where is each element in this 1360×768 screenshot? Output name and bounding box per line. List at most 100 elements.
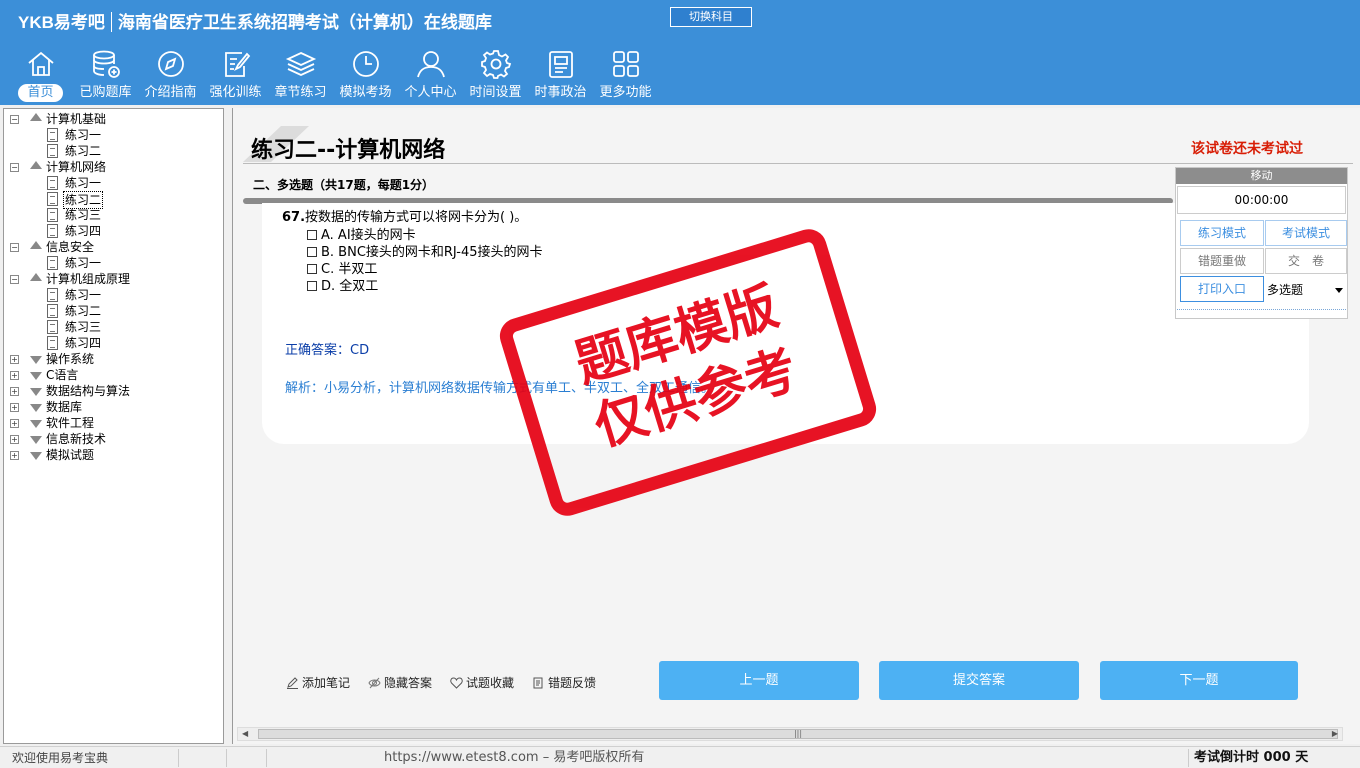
heart-icon: [450, 676, 463, 689]
expand-icon[interactable]: +: [10, 419, 19, 428]
tree-label: C语言: [46, 368, 79, 382]
tree-node-exercise[interactable]: 练习四: [4, 223, 222, 239]
nav-more[interactable]: 更多功能: [593, 48, 658, 104]
panel-scrollbar[interactable]: [1177, 309, 1346, 317]
tree-node-category[interactable]: − 计算机基础: [4, 111, 222, 127]
expand-icon[interactable]: +: [10, 451, 19, 460]
document-icon: [47, 192, 58, 206]
nav-guide[interactable]: 介绍指南: [138, 48, 203, 104]
nav-label: 已购题库: [79, 85, 132, 100]
add-note-button[interactable]: 添加笔记: [286, 674, 350, 691]
practice-mode-button[interactable]: 练习模式: [1180, 220, 1264, 246]
tree-node-category[interactable]: + 数据结构与算法: [4, 383, 222, 399]
hide-answer-button[interactable]: 隐藏答案: [368, 674, 432, 691]
collapse-icon[interactable]: −: [10, 275, 19, 284]
option-checkbox[interactable]: [307, 281, 317, 291]
tree-label: 信息安全: [46, 240, 95, 254]
collapse-icon[interactable]: −: [10, 115, 19, 124]
tree-label: 数据库: [46, 400, 83, 414]
scroll-left-arrow[interactable]: ◀: [242, 729, 248, 738]
option-d[interactable]: D. 全双工: [307, 275, 378, 294]
nav-purchased[interactable]: 已购题库: [73, 48, 138, 104]
tree-node-category[interactable]: − 信息安全: [4, 239, 222, 255]
tree-node-category[interactable]: + 模拟试题: [4, 447, 222, 463]
redo-wrong-button[interactable]: 错题重做: [1180, 248, 1264, 274]
nav-chapters[interactable]: 章节练习: [268, 48, 333, 104]
tree-label: 计算机组成原理: [46, 272, 131, 286]
nav-home[interactable]: 首页: [8, 48, 73, 104]
tree-label: 软件工程: [46, 416, 95, 430]
feedback-button[interactable]: 错题反馈: [532, 674, 596, 691]
folder-icon: [30, 273, 42, 281]
layers-icon: [285, 52, 316, 76]
switch-subject-button[interactable]: 切换科目: [670, 7, 752, 27]
tool-label: 错题反馈: [548, 676, 597, 690]
user-icon: [416, 51, 445, 78]
brand: YKB易考吧 海南省医疗卫生系统招聘考试（计算机）在线题库: [18, 8, 492, 33]
question-type-select[interactable]: 多选题: [1264, 276, 1347, 304]
tree-node-category[interactable]: + 软件工程: [4, 415, 222, 431]
panel-drag-handle[interactable]: 移动: [1176, 168, 1347, 184]
nav-label: 模拟考场: [339, 85, 392, 100]
nav-label: 介绍指南: [144, 85, 197, 100]
nav-current-affairs[interactable]: 时事政治: [528, 48, 593, 104]
tree-node-exercise[interactable]: 练习四: [4, 335, 222, 351]
correct-answer: 正确答案：CD: [285, 343, 370, 358]
expand-icon[interactable]: +: [10, 387, 19, 396]
exam-timer: 00:00:00: [1177, 186, 1346, 214]
nav-user-center[interactable]: 个人中心: [398, 48, 463, 104]
tree-node-category[interactable]: + 数据库: [4, 399, 222, 415]
expand-icon[interactable]: +: [10, 403, 19, 412]
folder-icon: [30, 436, 42, 444]
document-icon: [47, 176, 58, 190]
tree-node-exercise[interactable]: 练习一: [4, 287, 222, 303]
chevron-down-icon: [1335, 288, 1343, 293]
tree-node-exercise[interactable]: 练习三: [4, 319, 222, 335]
question-tools: 添加笔记 隐藏答案 试题收藏 错题反馈: [286, 674, 596, 691]
tree-node-exercise[interactable]: 练习二: [4, 303, 222, 319]
tree-node-exercise[interactable]: 练习二: [4, 143, 222, 159]
option-checkbox[interactable]: [307, 247, 317, 257]
nav-mock-exam[interactable]: 模拟考场: [333, 48, 398, 104]
submit-answer-button[interactable]: 提交答案: [879, 661, 1079, 700]
tree-node-category[interactable]: − 计算机组成原理: [4, 271, 222, 287]
submit-paper-button[interactable]: 交 卷: [1265, 248, 1347, 274]
folder-icon: [30, 452, 42, 460]
brand-divider: [110, 12, 112, 32]
expand-icon[interactable]: +: [10, 371, 19, 380]
nav-time-settings[interactable]: 时间设置: [463, 48, 528, 104]
tree-node-exercise[interactable]: 练习一: [4, 127, 222, 143]
prev-question-button[interactable]: 上一题: [659, 661, 859, 700]
tree-node-category[interactable]: + 操作系统: [4, 351, 222, 367]
collapse-icon[interactable]: −: [10, 243, 19, 252]
next-question-button[interactable]: 下一题: [1100, 661, 1298, 700]
tree-label: 数据结构与算法: [46, 384, 131, 398]
expand-icon[interactable]: +: [10, 355, 19, 364]
chapter-tree: − 计算机基础 练习一 练习二 − 计算机网络 练习一 练习二 练习三 练习四 − 信息安全 练习一 − 计…: [3, 108, 224, 744]
tool-label: 隐藏答案: [384, 676, 433, 690]
tree-node-category[interactable]: + 信息新技术: [4, 431, 222, 447]
collapse-icon[interactable]: −: [10, 163, 19, 172]
option-checkbox[interactable]: [307, 230, 317, 240]
exam-mode-button[interactable]: 考试模式: [1265, 220, 1347, 246]
tree-label: 信息新技术: [46, 432, 107, 446]
nav-training[interactable]: 强化训练: [203, 48, 268, 104]
option-checkbox[interactable]: [307, 264, 317, 274]
print-entry-button[interactable]: 打印入口: [1180, 276, 1264, 302]
tree-node-exercise[interactable]: 练习一: [4, 255, 222, 271]
clock-icon: [352, 51, 379, 77]
tree-node-category[interactable]: − 计算机网络: [4, 159, 222, 175]
folder-icon: [30, 404, 42, 412]
tree-node-exercise[interactable]: 练习二: [4, 191, 222, 209]
scroll-thumb[interactable]: |||: [258, 729, 1338, 739]
tree-node-category[interactable]: + C语言: [4, 367, 222, 383]
tree-node-exercise[interactable]: 练习三: [4, 207, 222, 223]
document-icon: [47, 304, 58, 318]
tree-node-exercise[interactable]: 练习一: [4, 175, 222, 191]
horizontal-scrollbar[interactable]: ◀ ||| ▶: [237, 727, 1343, 741]
favorite-button[interactable]: 试题收藏: [450, 674, 514, 691]
document-icon: [47, 208, 58, 222]
scroll-right-arrow[interactable]: ▶: [1332, 729, 1338, 738]
expand-icon[interactable]: +: [10, 435, 19, 444]
nav-label: 首页: [18, 84, 63, 102]
